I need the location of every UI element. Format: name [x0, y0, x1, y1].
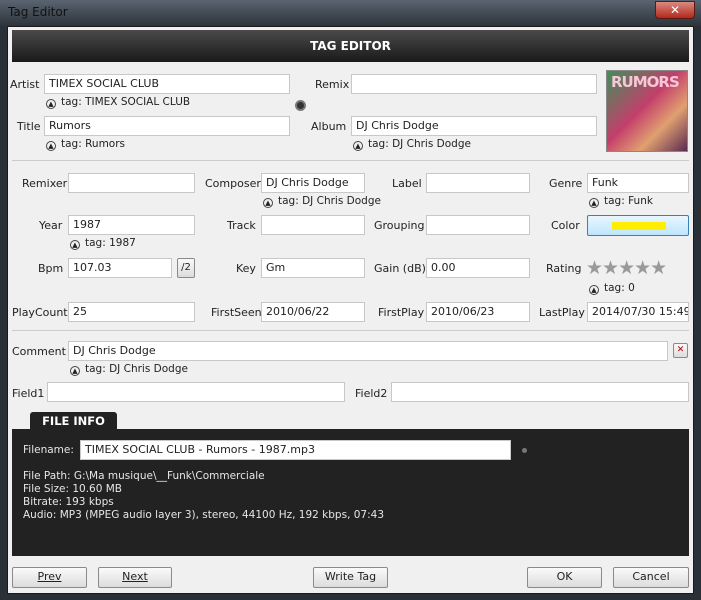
- album-label: Album: [311, 120, 347, 133]
- composer-input[interactable]: DJ Chris Dodge: [261, 173, 365, 193]
- bpm-input[interactable]: 107.03: [68, 258, 172, 278]
- album-cover[interactable]: RUMORS: [606, 70, 688, 152]
- comment-label: Comment: [12, 345, 66, 358]
- track-label: Track: [227, 219, 256, 232]
- cover-title: RUMORS: [611, 73, 680, 91]
- lastplay-input[interactable]: 2014/07/30 15:49: [587, 302, 689, 322]
- halve-bpm-button[interactable]: /2: [177, 258, 195, 278]
- genre-tag[interactable]: ▲ tag: Funk: [589, 195, 653, 208]
- divider: [12, 330, 689, 331]
- write-tag-button[interactable]: Write Tag: [313, 567, 388, 588]
- cancel-button[interactable]: Cancel: [613, 567, 689, 588]
- close-button[interactable]: ✕: [655, 1, 695, 19]
- composer-label: Composer: [205, 177, 261, 190]
- lastplay-label: LastPlay: [539, 306, 585, 319]
- field2-input[interactable]: [391, 382, 689, 402]
- grouping-input[interactable]: [426, 215, 530, 235]
- title-input[interactable]: Rumors: [44, 116, 290, 136]
- label-label: Label: [392, 177, 422, 190]
- key-label: Key: [236, 262, 256, 275]
- apply-tag-icon: ▲: [589, 198, 599, 208]
- apply-tag-icon: ▲: [46, 99, 56, 109]
- year-label: Year: [39, 219, 63, 232]
- title-tag-text: tag: Rumors: [61, 138, 126, 150]
- prev-button[interactable]: Prev: [12, 567, 87, 588]
- file-size: File Size: 10.60 MB: [23, 483, 122, 495]
- composer-tag[interactable]: ▲ tag: DJ Chris Dodge: [263, 195, 381, 208]
- ok-button[interactable]: OK: [527, 567, 602, 588]
- playcount-label: PlayCount: [12, 306, 68, 319]
- title-label: Title: [17, 120, 41, 133]
- bitrate: Bitrate: 193 kbps: [23, 496, 114, 508]
- apply-tag-icon: ▲: [589, 285, 599, 295]
- year-input[interactable]: 1987: [68, 215, 195, 235]
- key-input[interactable]: Gm: [261, 258, 365, 278]
- firstplay-label: FirstPlay: [378, 306, 425, 319]
- title-bar: [0, 0, 701, 26]
- color-label: Color: [551, 219, 580, 232]
- artist-tag[interactable]: ▲ tag: TIMEX SOCIAL CLUB: [46, 96, 190, 109]
- album-tag[interactable]: ▲ tag: DJ Chris Dodge: [353, 138, 471, 151]
- comment-tag-text: tag: DJ Chris Dodge: [85, 363, 188, 375]
- gain-label: Gain (dB): [374, 262, 426, 275]
- genre-tag-text: tag: Funk: [604, 195, 653, 207]
- rating-label: Rating: [546, 262, 582, 275]
- firstseen-input[interactable]: 2010/06/22: [261, 302, 365, 322]
- field1-label: Field1: [12, 387, 45, 400]
- color-picker-button[interactable]: [587, 215, 689, 236]
- clear-comment-button[interactable]: ✕: [673, 343, 688, 358]
- field2-label: Field2: [355, 387, 388, 400]
- artist-label: Artist: [10, 78, 40, 91]
- gain-input[interactable]: 0.00: [426, 258, 530, 278]
- album-input[interactable]: DJ Chris Dodge: [351, 116, 597, 136]
- field1-input[interactable]: [47, 382, 345, 402]
- color-swatch: [612, 222, 666, 230]
- remix-input[interactable]: [351, 74, 597, 94]
- year-tag[interactable]: ▲ tag: 1987: [70, 237, 136, 250]
- comment-input[interactable]: DJ Chris Dodge: [68, 341, 668, 361]
- label-input[interactable]: [426, 173, 530, 193]
- album-tag-text: tag: DJ Chris Dodge: [368, 138, 471, 150]
- audio-info: Audio: MP3 (MPEG audio layer 3), stereo,…: [23, 509, 384, 521]
- rating-tag[interactable]: ▲ tag: 0: [589, 282, 635, 295]
- apply-tag-icon: ▲: [353, 141, 363, 151]
- firstplay-input[interactable]: 2010/06/23: [426, 302, 530, 322]
- composer-tag-text: tag: DJ Chris Dodge: [278, 195, 381, 207]
- file-info-tab[interactable]: FILE INFO: [30, 412, 117, 430]
- apply-tag-icon: ▲: [70, 240, 80, 250]
- firstseen-label: FirstSeen: [211, 306, 262, 319]
- remixer-label: Remixer: [22, 177, 68, 190]
- apply-tag-icon: ▲: [263, 198, 273, 208]
- genre-label: Genre: [549, 177, 583, 190]
- filename-input[interactable]: TIMEX SOCIAL CLUB - Rumors - 1987.mp3: [80, 440, 511, 460]
- bpm-label: Bpm: [38, 262, 64, 275]
- remix-label: Remix: [315, 78, 350, 91]
- artist-input[interactable]: TIMEX SOCIAL CLUB: [44, 74, 290, 94]
- year-tag-text: tag: 1987: [85, 237, 136, 249]
- track-input[interactable]: [261, 215, 365, 235]
- grouping-label: Grouping: [374, 219, 425, 232]
- next-button[interactable]: Next: [98, 567, 172, 588]
- comment-tag[interactable]: ▲ tag: DJ Chris Dodge: [70, 363, 188, 376]
- rename-dot-icon[interactable]: [522, 448, 527, 453]
- title-tag[interactable]: ▲ tag: Rumors: [46, 138, 125, 151]
- file-path: File Path: G:\Ma musique\__Funk\Commerci…: [23, 470, 265, 482]
- window-title: Tag Editor: [8, 5, 68, 19]
- genre-input[interactable]: Funk: [587, 173, 689, 193]
- filename-label: Filename:: [23, 444, 74, 456]
- rating-stars[interactable]: ★★★★★: [586, 258, 667, 278]
- artist-tag-text: tag: TIMEX SOCIAL CLUB: [61, 96, 191, 108]
- playcount-input[interactable]: 25: [68, 302, 195, 322]
- apply-tag-icon: ▲: [70, 366, 80, 376]
- apply-tag-icon: ▲: [46, 141, 56, 151]
- remixer-input[interactable]: [68, 173, 195, 193]
- divider: [12, 160, 689, 161]
- swap-dot-icon[interactable]: [295, 100, 306, 111]
- rating-tag-text: tag: 0: [604, 282, 635, 294]
- dialog-header: TAG EDITOR: [12, 30, 689, 62]
